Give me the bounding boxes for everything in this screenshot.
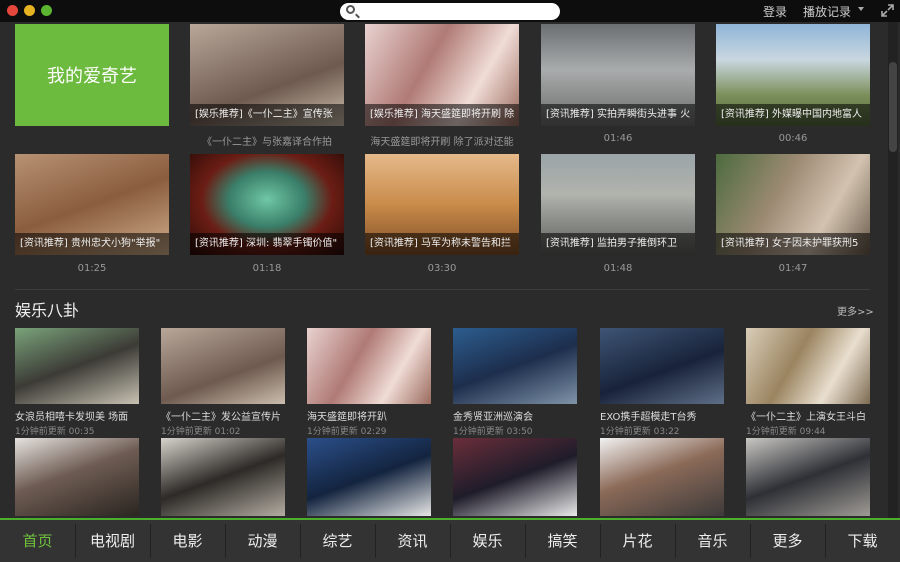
video-tile[interactable]: [资讯推荐] 实拍弄瞬街头进事 火 [541, 24, 695, 126]
gossip-video-tile[interactable] [161, 328, 285, 404]
zoom-window-button[interactable] [41, 5, 52, 16]
gossip-video-title[interactable]: 女浪员相嘻卡发坝美 场面 [15, 408, 143, 423]
gossip-video-title[interactable]: 《一仆二主》上演女王斗白 [746, 408, 874, 423]
nav-separator [150, 524, 151, 558]
gossip-video-tile[interactable] [15, 438, 139, 516]
nav-item-9[interactable]: 音乐 [675, 520, 750, 562]
video-tile[interactable]: [娱乐推荐] 海天盛筵即将开刷 除 [365, 24, 519, 126]
gossip-video-tile[interactable] [600, 328, 724, 404]
nav-separator [600, 524, 601, 558]
gossip-video-tile[interactable] [161, 438, 285, 516]
minimize-window-button[interactable] [24, 5, 35, 16]
gossip-video-meta: 1分钟前更新 09:44 [746, 427, 826, 437]
nav-item-5[interactable]: 资讯 [375, 520, 450, 562]
nav-item-11[interactable]: 下载 [825, 520, 900, 562]
video-duration: 01:25 [77, 263, 107, 274]
section-divider [15, 289, 870, 290]
video-caption: [资讯推荐] 实拍弄瞬街头进事 火 [541, 104, 695, 126]
nav-item-3[interactable]: 动漫 [225, 520, 300, 562]
fullscreen-icon[interactable] [881, 4, 894, 17]
nav-item-2[interactable]: 电影 [150, 520, 225, 562]
video-tile[interactable]: [资讯推荐] 监拍男子推倒环卫 [541, 154, 695, 255]
video-tile[interactable]: [资讯推荐] 女子因未护罪获刑5 [716, 154, 870, 255]
gossip-video-tile[interactable] [746, 438, 870, 516]
nav-separator [375, 524, 376, 558]
gossip-video-title[interactable]: 《一仆二主》发公益宣传片 [161, 408, 289, 423]
video-tile[interactable]: [资讯推荐] 深圳: 翡翠手镯价值" [190, 154, 344, 255]
video-duration: 01:48 [603, 263, 633, 274]
my-iqiyi-label: 我的爱奇艺 [47, 66, 137, 87]
gossip-video-tile[interactable] [307, 328, 431, 404]
gossip-video-meta: 1分钟前更新 03:22 [600, 427, 680, 437]
video-meta: 海天盛筵即将开刷 除了派对还能 [370, 137, 514, 148]
gossip-video-meta: 1分钟前更新 02:29 [307, 427, 387, 437]
video-meta: 01:46 [603, 133, 633, 144]
gossip-video-tile[interactable] [746, 328, 870, 404]
gossip-video-tile[interactable] [307, 438, 431, 516]
gossip-video-meta: 1分钟前更新 00:35 [15, 427, 95, 437]
gossip-video-title[interactable]: 金秀贤亚洲巡演会 [453, 408, 581, 423]
search-input[interactable] [360, 4, 555, 18]
section-title: 娱乐八卦 [15, 301, 80, 320]
nav-separator [300, 524, 301, 558]
nav-item-4[interactable]: 综艺 [300, 520, 375, 562]
video-duration: 01:18 [252, 263, 282, 274]
video-meta: 00:46 [778, 133, 808, 144]
nav-separator [750, 524, 751, 558]
close-window-button[interactable] [7, 5, 18, 16]
nav-item-8[interactable]: 片花 [600, 520, 675, 562]
gossip-video-tile[interactable] [600, 438, 724, 516]
nav-item-10[interactable]: 更多 [750, 520, 825, 562]
gossip-video-meta: 1分钟前更新 03:50 [453, 427, 533, 437]
video-caption: [资讯推荐] 监拍男子推倒环卫 [541, 233, 695, 255]
video-caption: [娱乐推荐] 海天盛筵即将开刷 除 [365, 104, 519, 126]
title-bar: 登录 播放记录 [0, 0, 900, 22]
gossip-video-title[interactable]: EXO携手超模走T台秀 [600, 408, 728, 423]
video-caption: [资讯推荐] 马军为称未警告和拦 [365, 233, 519, 255]
video-tile[interactable]: [资讯推荐] 外媒曝中国内地富人 [716, 24, 870, 126]
video-caption: [资讯推荐] 贵州忠犬小狗"举报" [15, 233, 169, 255]
search-icon[interactable] [346, 5, 355, 14]
video-meta: 《一仆二主》与张嘉译合作拍 [202, 137, 332, 148]
video-caption: [娱乐推荐]《一仆二主》宣传张 [190, 104, 344, 126]
my-iqiyi-tile[interactable]: 我的爱奇艺 [15, 24, 169, 126]
gossip-video-tile[interactable] [453, 328, 577, 404]
gossip-video-title[interactable]: 海天盛筵即将开趴 [307, 408, 435, 423]
gossip-video-tile[interactable] [15, 328, 139, 404]
nav-separator [75, 524, 76, 558]
nav-separator [450, 524, 451, 558]
login-link[interactable]: 登录 [763, 3, 787, 20]
scrollbar[interactable] [888, 22, 898, 518]
nav-item-0[interactable]: 首页 [0, 520, 75, 562]
video-caption: [资讯推荐] 女子因未护罪获刑5 [716, 233, 870, 255]
video-caption: [资讯推荐] 深圳: 翡翠手镯价值" [190, 233, 344, 255]
gossip-video-tile[interactable] [453, 438, 577, 516]
nav-separator [675, 524, 676, 558]
video-tile[interactable]: [资讯推荐] 贵州忠犬小狗"举报" [15, 154, 169, 255]
video-caption: [资讯推荐] 外媒曝中国内地富人 [716, 104, 870, 126]
video-duration: 03:30 [427, 263, 457, 274]
nav-item-1[interactable]: 电视剧 [75, 520, 150, 562]
bottom-nav: 首页 电视剧 电影 动漫 综艺 资讯 娱乐 搞笑 片花 音乐 更多 下载 [0, 518, 900, 562]
chevron-down-icon[interactable] [858, 7, 864, 11]
video-tile[interactable]: [娱乐推荐]《一仆二主》宣传张 [190, 24, 344, 126]
nav-separator [825, 524, 826, 558]
nav-item-6[interactable]: 娱乐 [450, 520, 525, 562]
gossip-video-meta: 1分钟前更新 01:02 [161, 427, 241, 437]
video-duration: 01:47 [778, 263, 808, 274]
nav-item-7[interactable]: 搞笑 [525, 520, 600, 562]
nav-separator [225, 524, 226, 558]
play-history-link[interactable]: 播放记录 [803, 3, 851, 20]
search-box[interactable] [340, 3, 560, 20]
more-link[interactable]: 更多>> [837, 303, 874, 318]
nav-separator [525, 524, 526, 558]
video-tile[interactable]: [资讯推荐] 马军为称未警告和拦 [365, 154, 519, 255]
scrollbar-thumb[interactable] [889, 62, 897, 152]
